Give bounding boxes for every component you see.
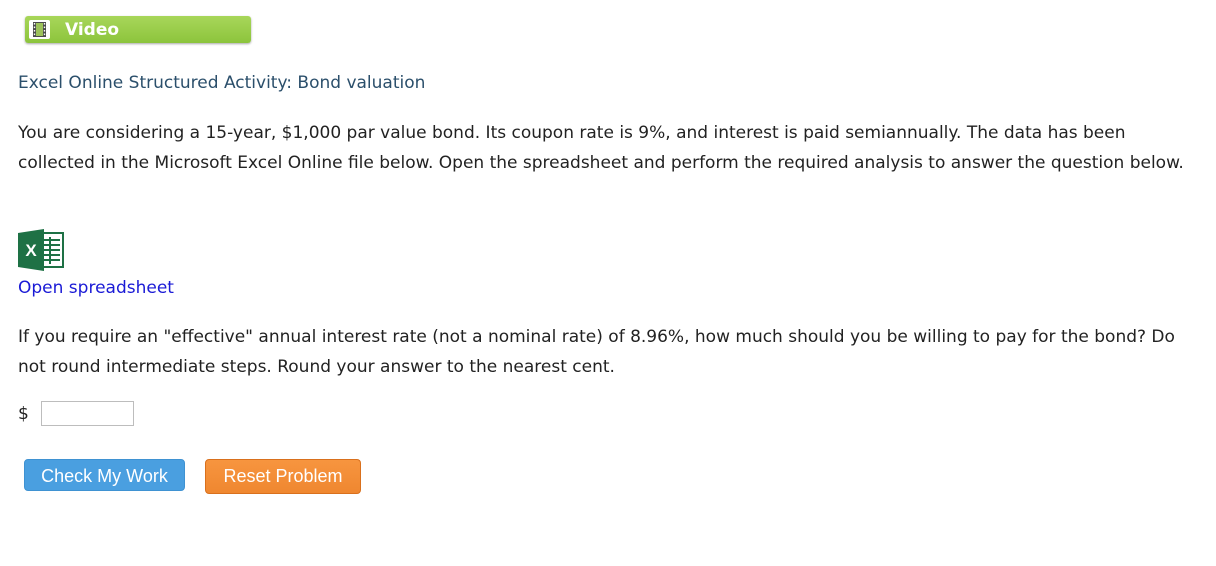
video-button[interactable]: Video xyxy=(25,16,251,43)
currency-symbol: $ xyxy=(18,404,29,424)
intro-text: You are considering a 15-year, $1,000 pa… xyxy=(18,123,1184,173)
excel-icon[interactable]: X xyxy=(18,229,64,271)
page: Video Excel Online Structured Activity: … xyxy=(0,0,1216,566)
answer-input[interactable] xyxy=(41,401,134,426)
reset-problem-button[interactable]: Reset Problem xyxy=(205,459,361,494)
activity-title: Excel Online Structured Activity: Bond v… xyxy=(18,73,426,93)
question-text: If you require an "effective" annual int… xyxy=(18,327,1175,377)
check-my-work-button[interactable]: Check My Work xyxy=(24,459,185,491)
video-label: Video xyxy=(65,20,120,40)
open-spreadsheet-link[interactable]: Open spreadsheet xyxy=(18,278,174,298)
svg-text:X: X xyxy=(25,241,37,260)
film-icon xyxy=(29,20,50,39)
